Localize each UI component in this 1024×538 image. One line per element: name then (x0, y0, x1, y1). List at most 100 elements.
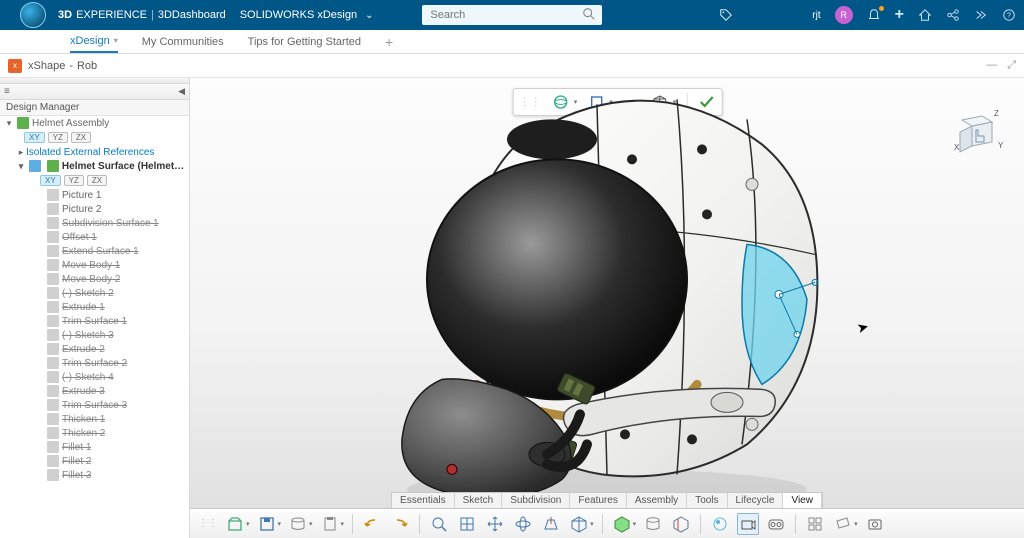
search-icon[interactable] (582, 7, 598, 23)
cmdtab-view[interactable]: View (783, 493, 822, 508)
feat-icon (47, 273, 59, 285)
share-icon[interactable] (946, 8, 960, 22)
cmdtab-lifecycle[interactable]: Lifecycle (728, 493, 784, 508)
cmd-section-icon[interactable] (642, 513, 664, 535)
cmd-appearance-icon[interactable] (709, 513, 731, 535)
cmdtab-essentials[interactable]: Essentials (392, 493, 455, 508)
feature-label: Trim Surface 2 (62, 358, 127, 369)
cmd-normal-icon[interactable] (540, 513, 562, 535)
cmd-cutaway-icon[interactable] (670, 513, 692, 535)
tree-feature[interactable]: Extrude 2 (0, 342, 189, 356)
tree-feature[interactable]: Trim Surface 2 (0, 356, 189, 370)
home-icon[interactable] (918, 8, 932, 22)
chip-xy[interactable]: XY (24, 132, 45, 143)
pic-icon (47, 189, 59, 201)
feature-label: Picture 2 (62, 204, 101, 215)
chip-yz[interactable]: YZ (48, 132, 68, 143)
app-name-label[interactable]: SOLIDWORKS xDesign (240, 9, 357, 21)
cmdtab-tools[interactable]: Tools (687, 493, 727, 508)
panel-collapse-icon[interactable]: ◀ (178, 86, 185, 97)
cmd-clipboard-icon[interactable] (319, 513, 341, 535)
search-input[interactable] (422, 5, 602, 25)
panel-toolbar: ≡ ◀ (0, 84, 189, 100)
cmd-save-icon[interactable] (256, 513, 278, 535)
cmd-isometric-icon[interactable] (568, 513, 590, 535)
cmd-ar-icon[interactable] (765, 513, 787, 535)
tree-feature[interactable]: Thicken 1 (0, 412, 189, 426)
cmd-zoom-fit-icon[interactable] (428, 513, 450, 535)
tree-feature[interactable]: Picture 2 (0, 202, 189, 216)
3d-viewport[interactable]: ⋮⋮ ▾ ▾ ▾ (190, 78, 1024, 538)
user-avatar[interactable]: R (835, 6, 853, 24)
tree-feature[interactable]: Extrude 1 (0, 300, 189, 314)
header-actions: rjt R + ? (812, 6, 1016, 24)
tree-feature[interactable]: Picture 1 (0, 188, 189, 202)
notifications-icon[interactable] (867, 8, 881, 22)
cmd-undo-icon[interactable] (361, 513, 383, 535)
tree-feature[interactable]: Trim Surface 3 (0, 398, 189, 412)
cmd-capture-icon[interactable] (864, 513, 886, 535)
cmdtab-assembly[interactable]: Assembly (627, 493, 687, 508)
command-tab-strip: Essentials Sketch Subdivision Features A… (391, 492, 823, 508)
tree-feature[interactable]: Subdivision Surface 1 (0, 216, 189, 230)
chip-yz-2[interactable]: YZ (64, 175, 84, 186)
document-name: Rob (77, 60, 97, 72)
add-tab-button[interactable]: + (385, 34, 393, 50)
view-orientation-cube[interactable]: X Y Z (948, 108, 1008, 163)
nav-tab-strip: xDesign▾ My Communities Tips for Getting… (0, 30, 1024, 54)
tree-feature[interactable]: Thicken 2 (0, 426, 189, 440)
tree-feature[interactable]: Fillet 1 (0, 440, 189, 454)
tree-feature[interactable]: Move Body 2 (0, 272, 189, 286)
tree-feature[interactable]: Extrude 3 (0, 384, 189, 398)
app-dropdown-icon[interactable]: ⌄ (365, 10, 373, 21)
tree-active-part[interactable]: ▾ Helmet Surface (Helmet ... (0, 159, 189, 173)
cmd-grid-icon[interactable] (804, 513, 826, 535)
dashboard-label[interactable]: 3DDashboard (158, 9, 226, 21)
feature-label: Picture 1 (62, 190, 101, 201)
feature-label: Extrude 1 (62, 302, 105, 313)
cmd-rotate-icon[interactable] (512, 513, 534, 535)
tree-feature[interactable]: Fillet 2 (0, 454, 189, 468)
tree-feature[interactable]: Fillet 3 (0, 468, 189, 482)
add-icon[interactable]: + (895, 6, 904, 24)
tree-feature[interactable]: (-) Sketch 3 (0, 328, 189, 342)
tab-xdesign[interactable]: xDesign▾ (70, 30, 118, 53)
cmd-pan-icon[interactable] (484, 513, 506, 535)
cmdtab-sketch[interactable]: Sketch (455, 493, 503, 508)
cmdtab-features[interactable]: Features (570, 493, 626, 508)
feature-label: Offset 1 (62, 232, 97, 243)
chip-zx[interactable]: ZX (71, 132, 91, 143)
cmd-db-icon[interactable] (287, 513, 309, 535)
collab-icon[interactable] (974, 8, 988, 22)
cmd-display-icon[interactable] (611, 513, 633, 535)
minimize-widget-icon[interactable]: — (986, 59, 997, 72)
tree-isolated-refs[interactable]: ▸Isolated External References (0, 145, 189, 159)
cmd-open-icon[interactable] (224, 513, 246, 535)
tab-my-communities[interactable]: My Communities (142, 30, 224, 53)
tree-root-assembly[interactable]: ▾ Helmet Assembly (0, 116, 189, 130)
cmdbar-grip[interactable]: ⋮⋮ (198, 518, 218, 529)
panel-menu-icon[interactable]: ≡ (4, 86, 10, 97)
tree-feature[interactable]: Offset 1 (0, 230, 189, 244)
cmd-redo-icon[interactable] (389, 513, 411, 535)
tag-icon[interactable] (719, 8, 733, 22)
cmdtab-subdivision[interactable]: Subdivision (502, 493, 570, 508)
chip-zx-2[interactable]: ZX (87, 175, 107, 186)
tree-feature[interactable]: (-) Sketch 2 (0, 286, 189, 300)
cmd-fit-icon[interactable] (456, 513, 478, 535)
tab-tips[interactable]: Tips for Getting Started (248, 30, 361, 53)
chip-xy-2[interactable]: XY (40, 175, 61, 186)
expand-widget-icon[interactable]: ⤢ (1007, 59, 1016, 72)
helmet-model[interactable] (347, 84, 867, 514)
tree-feature[interactable]: Extend Surface 1 (0, 244, 189, 258)
tree-feature[interactable]: Trim Surface 1 (0, 314, 189, 328)
cmd-planes-icon[interactable] (832, 513, 854, 535)
ds-compass-logo[interactable] (8, 0, 58, 30)
tree-feature[interactable]: Move Body 1 (0, 258, 189, 272)
tree-feature[interactable]: (-) Sketch 4 (0, 370, 189, 384)
help-icon[interactable]: ? (1002, 8, 1016, 22)
feature-tree[interactable]: ▾ Helmet Assembly XY YZ ZX ▸Isolated Ext… (0, 116, 189, 538)
user-short-label[interactable]: rjt (812, 10, 820, 21)
feature-label: Extrude 2 (62, 344, 105, 355)
cmd-camera-icon[interactable] (737, 513, 759, 535)
